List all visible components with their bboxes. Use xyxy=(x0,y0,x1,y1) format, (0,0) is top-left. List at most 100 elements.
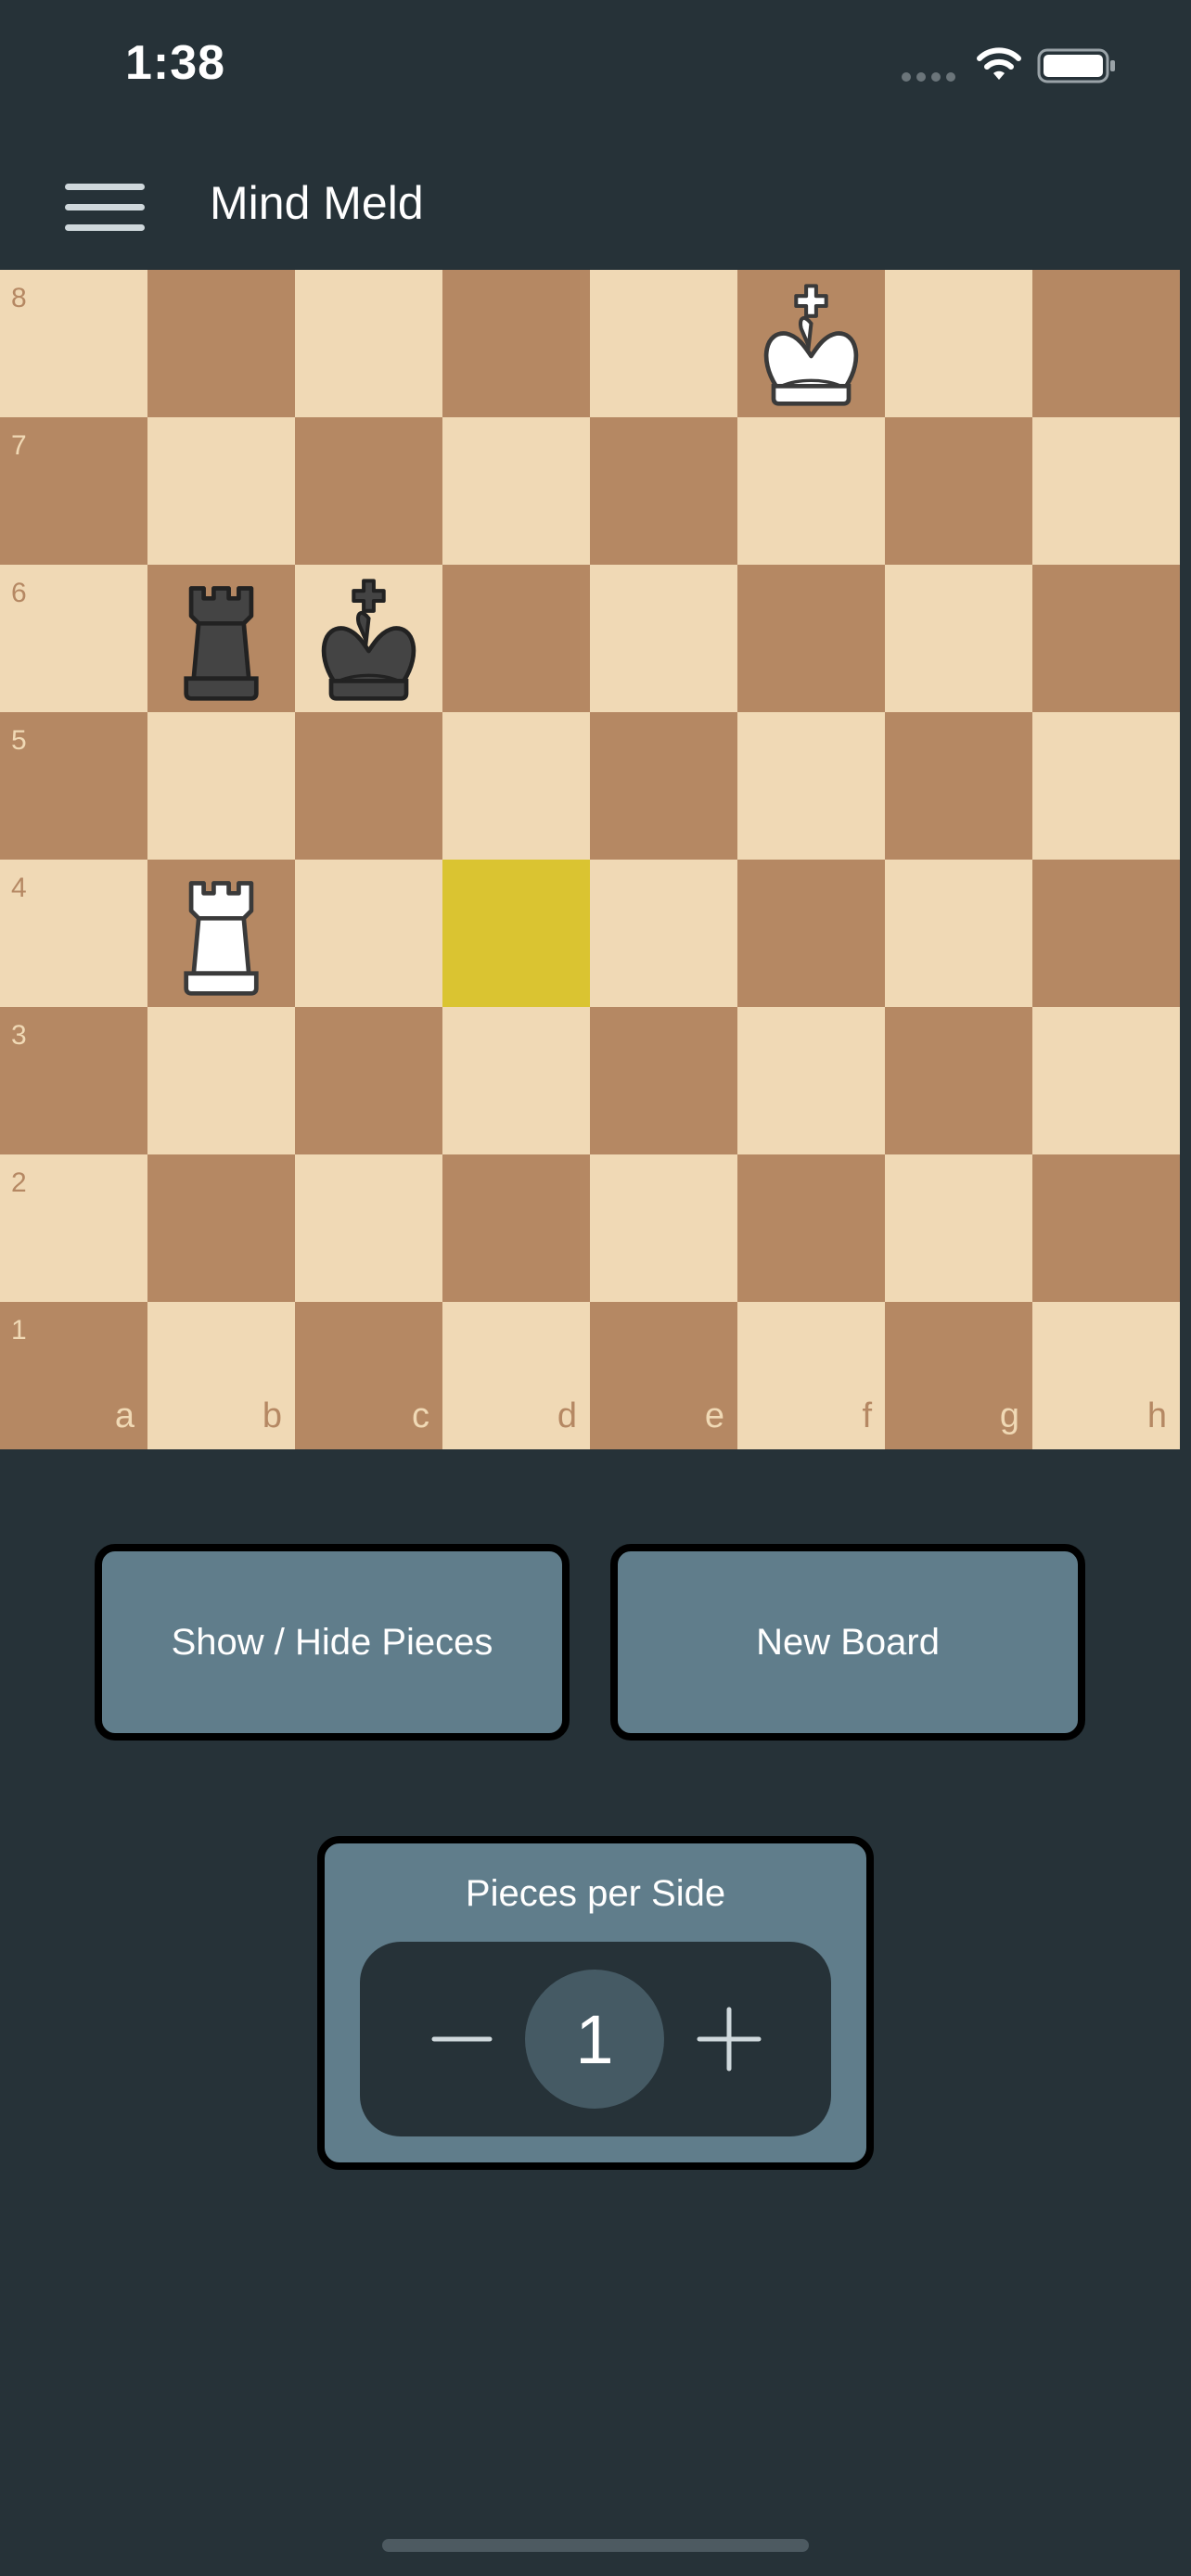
square-h8[interactable] xyxy=(1032,270,1180,417)
square-g7[interactable] xyxy=(885,417,1032,565)
square-c5[interactable] xyxy=(295,712,442,860)
plus-icon[interactable] xyxy=(683,1993,775,2085)
rank-label: 8 xyxy=(11,283,27,313)
square-e3[interactable] xyxy=(590,1007,737,1154)
square-b7[interactable] xyxy=(147,417,295,565)
pieces-count: 1 xyxy=(525,1970,664,2109)
home-indicator xyxy=(382,2539,809,2552)
square-f2[interactable] xyxy=(737,1154,885,1302)
square-d3[interactable] xyxy=(442,1007,590,1154)
app-title: Mind Meld xyxy=(210,177,424,229)
show-hide-pieces-label: Show / Hide Pieces xyxy=(171,1621,493,1663)
square-a4[interactable]: 4 xyxy=(0,860,147,1007)
square-e4[interactable] xyxy=(590,860,737,1007)
square-d5[interactable] xyxy=(442,712,590,860)
square-a2[interactable]: 2 xyxy=(0,1154,147,1302)
new-board-label: New Board xyxy=(756,1621,940,1663)
pieces-per-side-stepper: 1 xyxy=(360,1942,831,2136)
chess-board[interactable]: 87654321abcdefgh xyxy=(0,270,1180,1449)
square-a8[interactable]: 8 xyxy=(0,270,147,417)
square-e8[interactable] xyxy=(590,270,737,417)
square-f4[interactable] xyxy=(737,860,885,1007)
square-g1[interactable]: g xyxy=(885,1302,1032,1449)
square-d4[interactable] xyxy=(442,860,590,1007)
wifi-icon xyxy=(977,47,1021,80)
square-e1[interactable]: e xyxy=(590,1302,737,1449)
square-c7[interactable] xyxy=(295,417,442,565)
square-f1[interactable]: f xyxy=(737,1302,885,1449)
square-a3[interactable]: 3 xyxy=(0,1007,147,1154)
square-b6[interactable] xyxy=(147,565,295,712)
square-f7[interactable] xyxy=(737,417,885,565)
rank-label: 5 xyxy=(11,725,27,756)
minus-icon[interactable] xyxy=(416,1993,508,2085)
square-b1[interactable]: b xyxy=(147,1302,295,1449)
square-d2[interactable] xyxy=(442,1154,590,1302)
square-c4[interactable] xyxy=(295,860,442,1007)
square-e6[interactable] xyxy=(590,565,737,712)
square-c6[interactable] xyxy=(295,565,442,712)
white-rook-icon[interactable] xyxy=(159,871,284,996)
file-label: g xyxy=(999,1396,1019,1435)
square-f5[interactable] xyxy=(737,712,885,860)
app-bar: Mind Meld xyxy=(0,130,1191,269)
square-f3[interactable] xyxy=(737,1007,885,1154)
square-g8[interactable] xyxy=(885,270,1032,417)
square-g4[interactable] xyxy=(885,860,1032,1007)
square-a7[interactable]: 7 xyxy=(0,417,147,565)
square-h6[interactable] xyxy=(1032,565,1180,712)
square-c1[interactable]: c xyxy=(295,1302,442,1449)
square-d1[interactable]: d xyxy=(442,1302,590,1449)
square-g6[interactable] xyxy=(885,565,1032,712)
square-a5[interactable]: 5 xyxy=(0,712,147,860)
square-h7[interactable] xyxy=(1032,417,1180,565)
file-label: h xyxy=(1146,1396,1167,1435)
file-label: a xyxy=(114,1396,134,1435)
hamburger-menu-icon[interactable] xyxy=(46,158,161,250)
status-bar: 1:38 xyxy=(0,0,1191,130)
file-label: f xyxy=(862,1396,872,1435)
black-rook-icon[interactable] xyxy=(159,576,284,701)
square-b8[interactable] xyxy=(147,270,295,417)
square-b5[interactable] xyxy=(147,712,295,860)
square-d6[interactable] xyxy=(442,565,590,712)
show-hide-pieces-button[interactable]: Show / Hide Pieces xyxy=(95,1544,570,1741)
rank-label: 6 xyxy=(11,578,27,608)
square-d8[interactable] xyxy=(442,270,590,417)
new-board-button[interactable]: New Board xyxy=(610,1544,1085,1741)
square-e5[interactable] xyxy=(590,712,737,860)
square-g2[interactable] xyxy=(885,1154,1032,1302)
square-b2[interactable] xyxy=(147,1154,295,1302)
square-c3[interactable] xyxy=(295,1007,442,1154)
square-f8[interactable] xyxy=(737,270,885,417)
square-d7[interactable] xyxy=(442,417,590,565)
square-b3[interactable] xyxy=(147,1007,295,1154)
square-a6[interactable]: 6 xyxy=(0,565,147,712)
rank-label: 2 xyxy=(11,1167,27,1198)
square-g3[interactable] xyxy=(885,1007,1032,1154)
square-c2[interactable] xyxy=(295,1154,442,1302)
square-h5[interactable] xyxy=(1032,712,1180,860)
square-b4[interactable] xyxy=(147,860,295,1007)
cellular-signal-icon xyxy=(902,72,955,83)
pieces-per-side-label: Pieces per Side xyxy=(465,1873,726,1914)
square-a1[interactable]: 1a xyxy=(0,1302,147,1449)
square-h1[interactable]: h xyxy=(1032,1302,1180,1449)
square-h4[interactable] xyxy=(1032,860,1180,1007)
square-h2[interactable] xyxy=(1032,1154,1180,1302)
file-label: b xyxy=(262,1396,282,1435)
square-c8[interactable] xyxy=(295,270,442,417)
file-label: d xyxy=(557,1396,577,1435)
battery-icon xyxy=(1037,48,1115,83)
square-e2[interactable] xyxy=(590,1154,737,1302)
black-king-icon[interactable] xyxy=(306,576,431,701)
rank-label: 3 xyxy=(11,1020,27,1051)
square-f6[interactable] xyxy=(737,565,885,712)
square-g5[interactable] xyxy=(885,712,1032,860)
rank-label: 4 xyxy=(11,873,27,903)
white-king-icon[interactable] xyxy=(749,281,874,406)
square-h3[interactable] xyxy=(1032,1007,1180,1154)
rank-label: 1 xyxy=(11,1315,27,1345)
square-e7[interactable] xyxy=(590,417,737,565)
rank-label: 7 xyxy=(11,430,27,461)
